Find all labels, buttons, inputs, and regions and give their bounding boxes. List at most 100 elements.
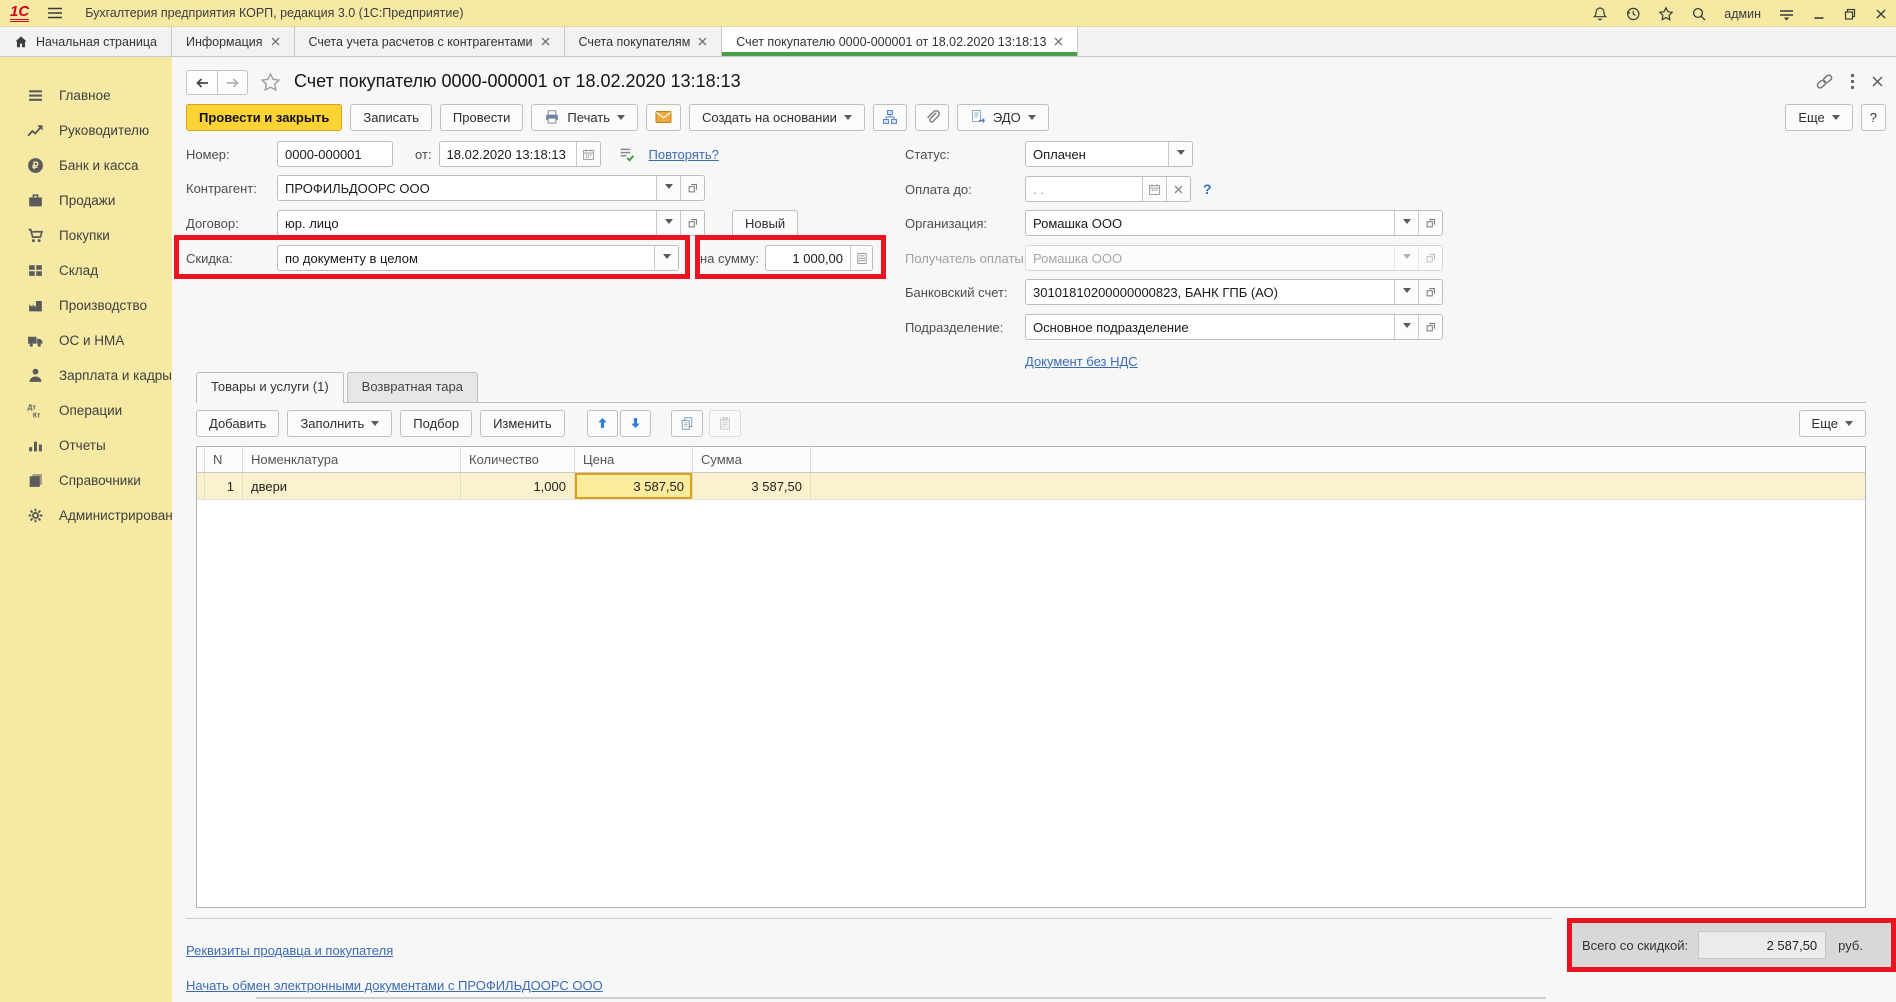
copy-button[interactable] xyxy=(671,410,703,437)
calendar-button[interactable] xyxy=(576,142,600,166)
header-quantity[interactable]: Количество xyxy=(461,447,575,472)
close-window-button[interactable] xyxy=(1874,7,1888,21)
sidebar-item-administration[interactable]: Администрирование xyxy=(0,498,172,533)
sidebar-item-main[interactable]: Главное xyxy=(0,78,172,113)
post-and-close-button[interactable]: Провести и закрыть xyxy=(186,104,342,131)
move-down-button[interactable] xyxy=(620,410,651,437)
tab-information[interactable]: Информация xyxy=(172,27,295,56)
tab-close-icon[interactable] xyxy=(698,37,707,46)
tab-customer-invoices[interactable]: Счета покупателям xyxy=(565,27,723,56)
main-menu-button[interactable] xyxy=(47,6,63,20)
sidebar-item-warehouse[interactable]: Склад xyxy=(0,253,172,288)
date-input[interactable]: 18.02.2020 13:18:13 xyxy=(439,141,601,167)
seller-buyer-details-link[interactable]: Реквизиты продавца и покупателя xyxy=(186,943,393,958)
document-structure-button[interactable] xyxy=(873,104,907,131)
contract-input[interactable]: юр. лицо xyxy=(277,210,705,236)
open-button[interactable] xyxy=(680,211,704,235)
dropdown-button[interactable] xyxy=(654,246,678,270)
header-n[interactable]: N xyxy=(205,447,243,472)
get-link-button[interactable] xyxy=(1815,73,1834,93)
cell-n[interactable]: 1 xyxy=(205,473,243,499)
cell-nomenclature[interactable]: двери xyxy=(243,473,461,499)
global-search-button[interactable] xyxy=(1691,6,1707,22)
dropdown-button[interactable] xyxy=(656,176,680,200)
start-edo-exchange-link[interactable]: Начать обмен электронными документами с … xyxy=(186,978,603,993)
favorites-button[interactable] xyxy=(1658,6,1674,22)
calculator-button[interactable] xyxy=(850,246,872,270)
post-button[interactable]: Провести xyxy=(440,104,524,131)
header-price[interactable]: Цена xyxy=(575,447,693,472)
recurring-setup-button[interactable] xyxy=(618,146,636,163)
create-based-on-button[interactable]: Создать на основании xyxy=(689,104,865,131)
attachments-button[interactable] xyxy=(915,104,949,131)
tab-close-icon[interactable] xyxy=(271,37,280,46)
no-vat-link[interactable]: Документ без НДС xyxy=(1025,354,1138,369)
move-up-button[interactable] xyxy=(587,410,618,437)
header-nomenclature[interactable]: Номенклатура xyxy=(243,447,461,472)
fill-button[interactable]: Заполнить xyxy=(287,410,392,437)
sidebar-item-directories[interactable]: Справочники xyxy=(0,463,172,498)
tab-goods-services[interactable]: Товары и услуги (1) xyxy=(196,372,344,403)
cell-price-selected[interactable]: 3 587,50 xyxy=(575,473,693,499)
close-form-button[interactable] xyxy=(1871,75,1884,91)
status-select[interactable]: Оплачен xyxy=(1025,141,1193,167)
new-contract-button[interactable]: Новый xyxy=(732,210,798,237)
number-input[interactable]: 0000-000001 xyxy=(277,141,393,167)
sidebar-item-fixed-assets[interactable]: ОС и НМА xyxy=(0,323,172,358)
repeat-link[interactable]: Повторять? xyxy=(649,147,719,162)
clear-button[interactable] xyxy=(1166,177,1190,201)
forward-button[interactable] xyxy=(217,70,248,95)
tab-close-icon[interactable] xyxy=(1054,37,1063,46)
open-button[interactable] xyxy=(1418,280,1442,304)
open-button[interactable] xyxy=(680,176,704,200)
pick-button[interactable]: Подбор xyxy=(400,410,472,437)
discount-sum-input[interactable]: 1 000,00 xyxy=(765,245,873,271)
back-button[interactable] xyxy=(186,70,217,95)
items-more-button[interactable]: Еще xyxy=(1799,410,1866,437)
sidebar-item-sales[interactable]: Продажи xyxy=(0,183,172,218)
sidebar-item-salary-hr[interactable]: Зарплата и кадры xyxy=(0,358,172,393)
tab-current-invoice[interactable]: Счет покупателю 0000-000001 от 18.02.202… xyxy=(722,27,1078,56)
tab-returnable-packaging[interactable]: Возвратная тара xyxy=(347,372,478,402)
minimize-button[interactable] xyxy=(1812,7,1826,21)
dropdown-button[interactable] xyxy=(1168,142,1192,166)
open-button[interactable] xyxy=(1418,315,1442,339)
discount-select[interactable]: по документу в целом xyxy=(277,245,679,271)
sidebar-item-production[interactable]: Производство xyxy=(0,288,172,323)
restore-button[interactable] xyxy=(1843,7,1857,21)
pay-until-help-link[interactable]: ? xyxy=(1203,181,1212,197)
help-button[interactable]: ? xyxy=(1861,104,1886,131)
header-sum[interactable]: Сумма xyxy=(693,447,811,472)
pay-until-input[interactable]: . . xyxy=(1025,176,1191,202)
cell-sum[interactable]: 3 587,50 xyxy=(693,473,811,499)
form-kebab-menu[interactable] xyxy=(1850,73,1855,93)
sidebar-item-manager[interactable]: Руководителю xyxy=(0,113,172,148)
tab-settlement-accounts[interactable]: Счета учета расчетов с контрагентами xyxy=(295,27,565,56)
tab-close-icon[interactable] xyxy=(541,37,550,46)
history-button[interactable] xyxy=(1625,6,1641,22)
print-button[interactable]: Печать xyxy=(531,104,638,131)
sidebar-item-purchases[interactable]: Покупки xyxy=(0,218,172,253)
edit-button[interactable]: Изменить xyxy=(480,410,565,437)
counterparty-input[interactable]: ПРОФИЛЬДООРС ООО xyxy=(277,175,705,201)
dropdown-button[interactable] xyxy=(1394,315,1418,339)
calendar-button[interactable] xyxy=(1142,177,1166,201)
sidebar-item-reports[interactable]: Отчеты xyxy=(0,428,172,463)
save-button[interactable]: Записать xyxy=(350,104,432,131)
dropdown-button[interactable] xyxy=(1394,211,1418,235)
department-select[interactable]: Основное подразделение xyxy=(1025,314,1443,340)
notifications-button[interactable] xyxy=(1592,6,1608,22)
sidebar-item-operations[interactable]: ДтКт Операции xyxy=(0,393,172,428)
bank-account-select[interactable]: 30101810200000000823, БАНК ГПБ (АО) xyxy=(1025,279,1443,305)
cell-quantity[interactable]: 1,000 xyxy=(461,473,575,499)
current-user[interactable]: админ xyxy=(1724,7,1761,21)
user-menu-button[interactable] xyxy=(1778,6,1795,22)
send-email-button[interactable] xyxy=(646,104,681,131)
paste-button[interactable] xyxy=(709,410,741,437)
open-button[interactable] xyxy=(1418,211,1442,235)
add-favorite-star[interactable] xyxy=(260,72,281,96)
add-row-button[interactable]: Добавить xyxy=(196,410,279,437)
more-button[interactable]: Еще xyxy=(1785,104,1852,131)
tab-home[interactable]: Начальная страница xyxy=(0,27,172,56)
dropdown-button[interactable] xyxy=(1394,280,1418,304)
